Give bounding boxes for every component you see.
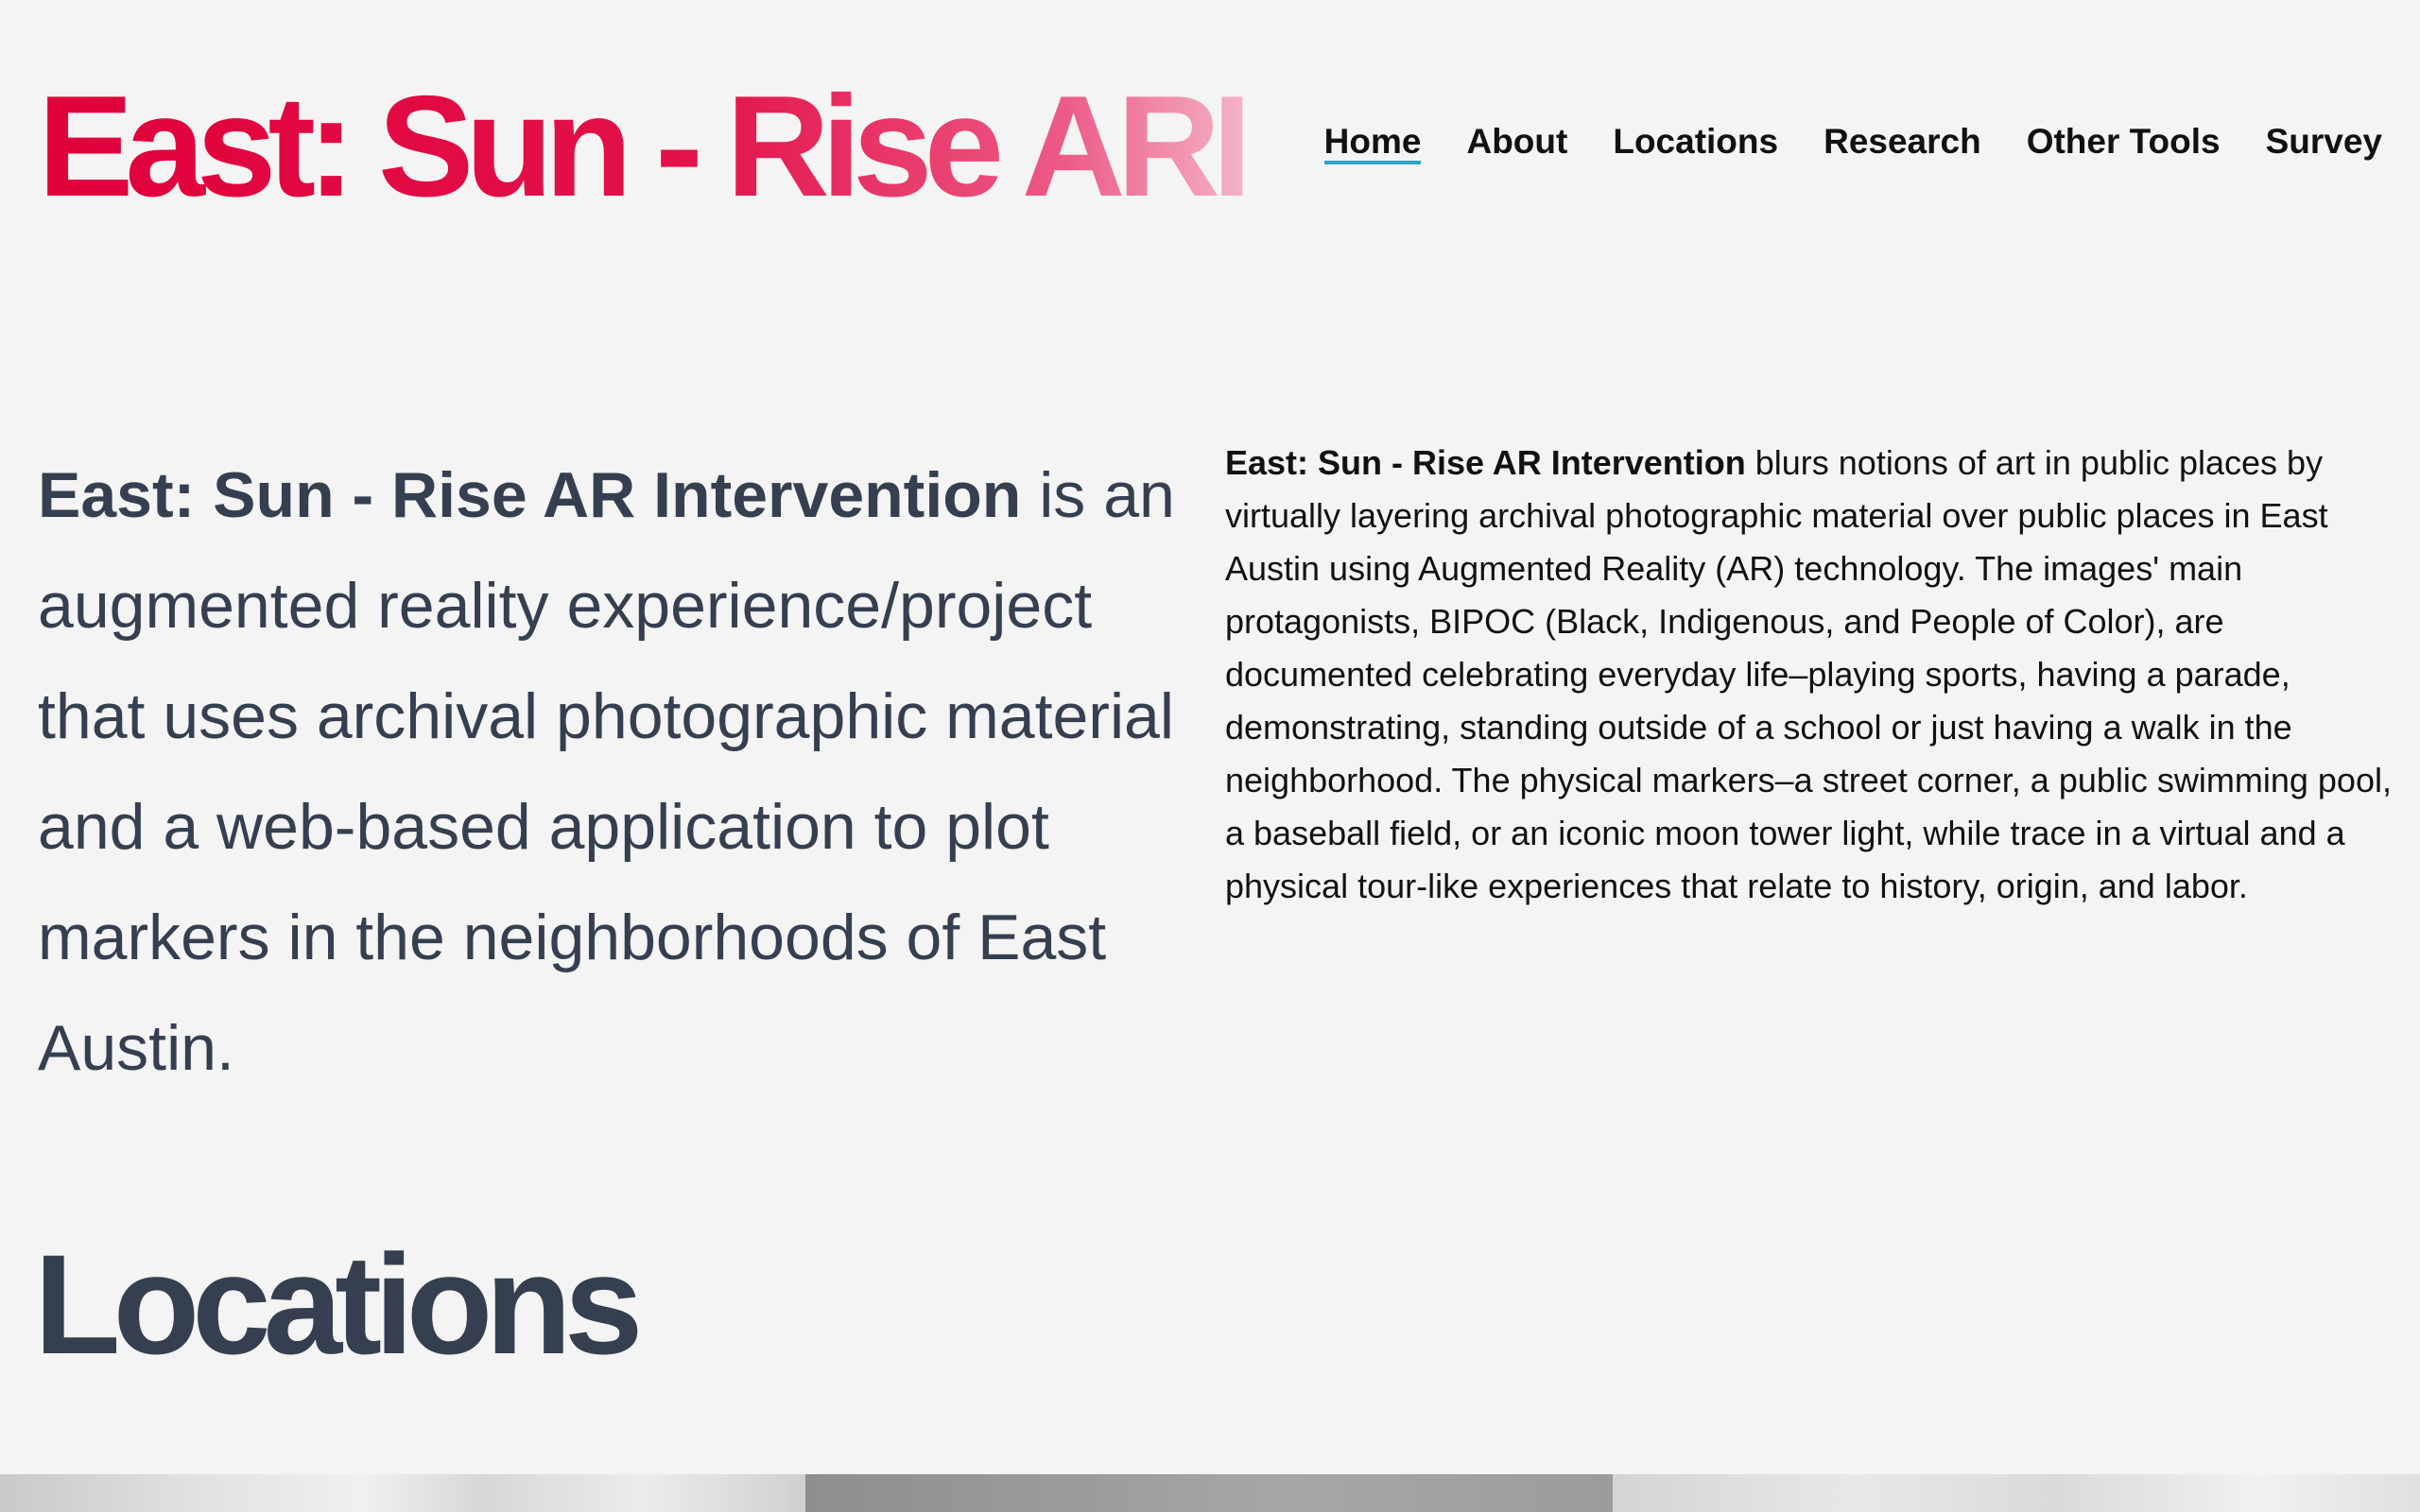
nav-link-home[interactable]: Home — [1323, 113, 1421, 170]
intro-lead-text: is an augmented reality experience/proje… — [38, 459, 1175, 1084]
site-header: East: Sun - Rise ARI Home About Location… — [0, 0, 2420, 246]
nav-link-about[interactable]: About — [1466, 113, 1567, 170]
intro-lead-paragraph: East: Sun - Rise AR Intervention is an a… — [38, 440, 1201, 1104]
locations-heading: Locations — [34, 1225, 643, 1383]
primary-nav: Home About Locations Research Other Tool… — [1323, 113, 2382, 170]
location-photo-tile[interactable] — [0, 1474, 805, 1512]
nav-link-research[interactable]: Research — [1824, 113, 1981, 170]
intro-lead-project-name: East: Sun - Rise AR Intervention — [38, 459, 1022, 531]
locations-photo-strip — [0, 1474, 2420, 1512]
nav-link-survey[interactable]: Survey — [2266, 113, 2382, 170]
site-title[interactable]: East: Sun - Rise ARI — [38, 66, 1253, 227]
intro-body-project-name: East: Sun - Rise AR Intervention — [1225, 443, 1746, 482]
intro-body-paragraph: East: Sun - Rise AR Intervention blurs n… — [1225, 437, 2397, 913]
nav-link-locations[interactable]: Locations — [1613, 113, 1778, 170]
location-photo-tile[interactable] — [1613, 1474, 2420, 1512]
location-photo-tile[interactable] — [805, 1474, 1613, 1512]
nav-link-other-tools[interactable]: Other Tools — [2027, 113, 2221, 170]
intro-body-text: blurs notions of art in public places by… — [1225, 443, 2392, 905]
